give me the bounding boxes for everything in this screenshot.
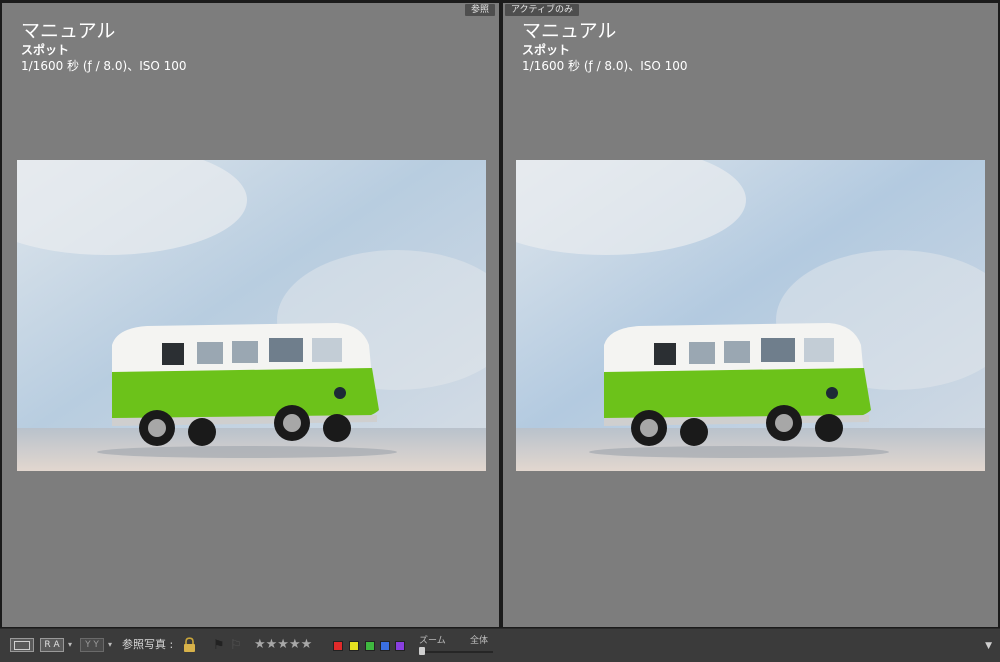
flag-icon[interactable]: ⚑ (213, 639, 225, 652)
exposure-info: 1/1600 秒 (ƒ / 8.0)、ISO 100 (21, 59, 187, 73)
chevron-down-icon[interactable]: ▾ (108, 640, 112, 649)
compare-view-button[interactable]: Y Y (80, 638, 104, 652)
metering-mode: スポット (21, 43, 70, 57)
active-pane[interactable]: アクティブのみ マニュアル スポット 1/1600 秒 (ƒ / 8.0)、IS… (503, 3, 998, 627)
color-label-blue[interactable] (380, 641, 390, 651)
reference-tag: 参照 (464, 4, 495, 16)
reference-active-view-button[interactable]: R A (40, 638, 64, 652)
zoom-slider-track[interactable] (419, 651, 493, 653)
active-photo[interactable] (516, 160, 985, 471)
zoom-label: ズーム (419, 636, 446, 646)
exposure-info: 1/1600 秒 (ƒ / 8.0)、ISO 100 (522, 59, 688, 73)
lock-icon[interactable] (183, 637, 196, 657)
loupe-view-icon (14, 641, 30, 650)
exposure-mode: マニュアル (21, 20, 116, 42)
metering-mode: スポット (522, 43, 571, 57)
exposure-mode: マニュアル (522, 20, 617, 42)
active-tag: アクティブのみ (505, 4, 580, 16)
reference-photo-label: 参照写真 : (122, 638, 174, 651)
reference-pane[interactable]: 参照 マニュアル スポット 1/1600 秒 (ƒ / 8.0)、ISO 100 (2, 3, 499, 627)
photo-info-overlay: マニュアル スポット 1/1600 秒 (ƒ / 8.0)、ISO 100 (21, 19, 187, 74)
toolbar-menu-chevron-icon[interactable]: ▼ (985, 641, 992, 651)
reject-flag-icon[interactable]: ⚐ (230, 639, 242, 652)
color-label-green[interactable] (365, 641, 375, 651)
star-rating[interactable]: ★★★★★ (254, 637, 312, 652)
zoom-slider-handle[interactable] (419, 647, 425, 655)
reference-photo[interactable] (17, 160, 486, 471)
zoom-fit-label[interactable]: 全体 (470, 633, 488, 646)
color-label-purple[interactable] (395, 641, 405, 651)
loupe-view-button[interactable] (10, 638, 34, 652)
color-label-red[interactable] (333, 641, 343, 651)
color-label-yellow[interactable] (349, 641, 359, 651)
bottom-toolbar: R A ▾ Y Y ▾ 参照写真 : ⚑ ⚐ ★★★★★ ズーム 全体 ▼ (0, 628, 1000, 662)
photo-info-overlay: マニュアル スポット 1/1600 秒 (ƒ / 8.0)、ISO 100 (522, 19, 688, 74)
chevron-down-icon[interactable]: ▾ (68, 640, 72, 649)
